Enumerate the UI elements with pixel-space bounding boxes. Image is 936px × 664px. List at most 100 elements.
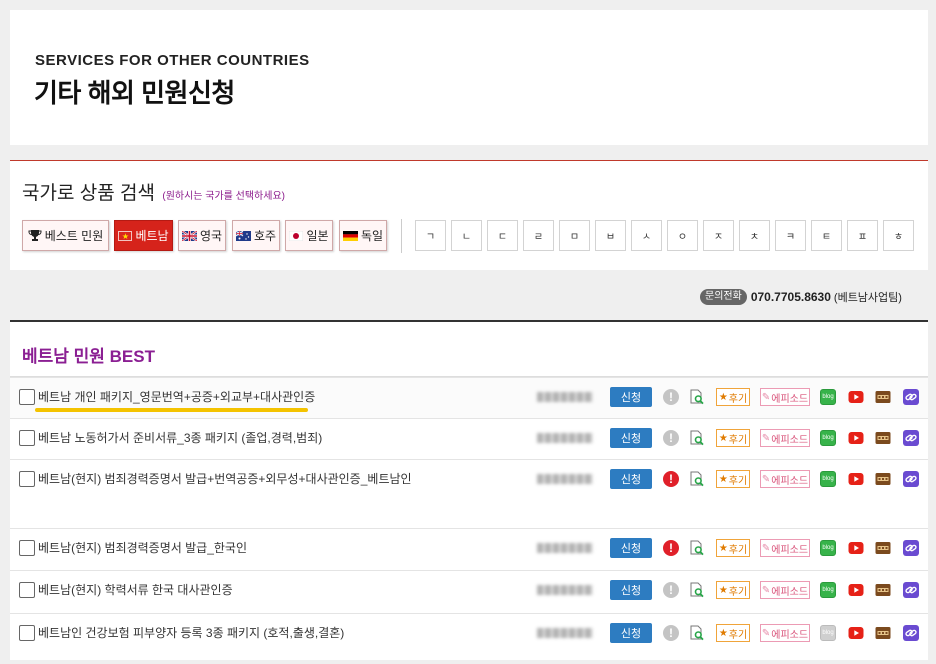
shop-icon[interactable]: [875, 540, 891, 556]
episode-label: 에피소드: [771, 544, 809, 556]
row-checkbox[interactable]: [19, 540, 35, 556]
episode-button[interactable]: ✎ 에피소드: [760, 539, 810, 557]
blog-icon[interactable]: blog: [820, 471, 836, 487]
youtube-icon[interactable]: [848, 430, 864, 446]
episode-button[interactable]: ✎ 에피소드: [760, 581, 810, 599]
shop-icon[interactable]: [875, 625, 891, 641]
consonant-button[interactable]: ㅈ: [703, 220, 734, 251]
consonant-button[interactable]: ㅂ: [595, 220, 626, 251]
document-search-icon[interactable]: [689, 582, 705, 598]
blog-icon[interactable]: blog: [820, 540, 836, 556]
country-button-australia[interactable]: 호주: [232, 220, 280, 251]
row-title[interactable]: 베트남(현지) 학력서류 한국 대사관인증: [38, 582, 233, 598]
consonant-button[interactable]: ㄱ: [415, 220, 446, 251]
search-hint: (원하시는 국가를 선택하세요): [162, 191, 285, 202]
alert-icon[interactable]: !: [663, 471, 679, 487]
shop-icon[interactable]: [875, 430, 891, 446]
country-button-uk[interactable]: 영국: [178, 220, 226, 251]
consonant-button[interactable]: ㅊ: [739, 220, 770, 251]
consonant-button[interactable]: ㄴ: [451, 220, 482, 251]
document-search-icon[interactable]: [689, 540, 705, 556]
link-icon[interactable]: [903, 389, 919, 405]
shop-icon[interactable]: [875, 582, 891, 598]
episode-button[interactable]: ✎ 에피소드: [760, 470, 810, 488]
youtube-icon[interactable]: [848, 389, 864, 405]
review-button[interactable]: ★ 후기: [716, 388, 750, 406]
review-button[interactable]: ★ 후기: [716, 581, 750, 599]
apply-button[interactable]: 신청: [610, 580, 652, 600]
youtube-icon[interactable]: [848, 625, 864, 641]
row-checkbox[interactable]: [19, 430, 35, 446]
review-button[interactable]: ★ 후기: [716, 429, 750, 447]
apply-button[interactable]: 신청: [610, 538, 652, 558]
team-name: (베트남사업팀): [833, 292, 902, 304]
document-search-icon[interactable]: [689, 430, 705, 446]
youtube-icon[interactable]: [848, 582, 864, 598]
link-icon[interactable]: [903, 582, 919, 598]
country-button-japan[interactable]: 일본: [285, 220, 333, 251]
row-title[interactable]: 베트남 개인 패키지_영문번역+공증+외교부+대사관인증: [38, 389, 315, 405]
alert-icon[interactable]: !: [663, 430, 679, 446]
consonant-button[interactable]: ㅋ: [775, 220, 806, 251]
row-checkbox[interactable]: [19, 625, 35, 641]
consonant-button[interactable]: ㅎ: [883, 220, 914, 251]
episode-label: 에피소드: [771, 629, 809, 641]
document-search-icon[interactable]: [689, 625, 705, 641]
blog-icon[interactable]: blog: [820, 625, 836, 641]
link-icon[interactable]: [903, 471, 919, 487]
blurred-price: [537, 433, 593, 443]
review-label: 후기: [728, 475, 748, 487]
country-label: 독일: [360, 229, 384, 243]
consonant-button[interactable]: ㅌ: [811, 220, 842, 251]
shop-icon[interactable]: [875, 389, 891, 405]
consonant-button[interactable]: ㅁ: [559, 220, 590, 251]
blog-icon[interactable]: blog: [820, 430, 836, 446]
youtube-icon[interactable]: [848, 540, 864, 556]
consonant-button[interactable]: ㅍ: [847, 220, 878, 251]
link-icon[interactable]: [903, 430, 919, 446]
star-icon: ★: [718, 432, 728, 444]
row-title[interactable]: 베트남(현지) 범죄경력증명서 발급_한국인: [38, 540, 247, 556]
episode-button[interactable]: ✎ 에피소드: [760, 388, 810, 406]
country-button-vietnam[interactable]: ★ 베트남: [114, 220, 173, 251]
review-button[interactable]: ★ 후기: [716, 539, 750, 557]
row-title[interactable]: 베트남인 건강보험 피부양자 등록 3종 패키지 (호적,출생,결혼): [38, 625, 344, 641]
vietnam-flag-icon: ★: [118, 230, 133, 241]
alert-icon[interactable]: !: [663, 582, 679, 598]
table-row: 베트남 개인 패키지_영문번역+공증+외교부+대사관인증 신청! ★ 후기 ✎ 에피소드 b…: [10, 377, 928, 418]
youtube-icon[interactable]: [848, 471, 864, 487]
section-title: 베트남 민원 BEST: [22, 347, 155, 366]
blog-icon[interactable]: blog: [820, 582, 836, 598]
apply-button[interactable]: 신청: [610, 469, 652, 489]
episode-button[interactable]: ✎ 에피소드: [760, 624, 810, 642]
row-title[interactable]: 베트남(현지) 범죄경력증명서 발급+번역공증+외무성+대사관인증_베트남인: [38, 471, 412, 487]
shop-icon[interactable]: [875, 471, 891, 487]
country-button-germany[interactable]: 독일: [339, 220, 387, 251]
consonant-button[interactable]: ㅇ: [667, 220, 698, 251]
row-checkbox[interactable]: [19, 389, 35, 405]
document-search-icon[interactable]: [689, 389, 705, 405]
blog-icon[interactable]: blog: [820, 389, 836, 405]
country-button-best[interactable]: 베스트 민원: [22, 220, 109, 251]
apply-button[interactable]: 신청: [610, 623, 652, 643]
row-checkbox[interactable]: [19, 582, 35, 598]
consonant-button[interactable]: ㄷ: [487, 220, 518, 251]
row-checkbox[interactable]: [19, 471, 35, 487]
apply-button[interactable]: 신청: [610, 387, 652, 407]
link-icon[interactable]: [903, 625, 919, 641]
alert-icon[interactable]: !: [663, 389, 679, 405]
blurred-price: [537, 474, 593, 484]
phone-number: 070.7705.8630: [750, 290, 831, 304]
english-title: SERVICES FOR OTHER COUNTRIES: [35, 52, 310, 69]
row-title[interactable]: 베트남 노동허가서 준비서류_3종 패키지 (졸업,경력,범죄): [38, 430, 322, 446]
episode-button[interactable]: ✎ 에피소드: [760, 429, 810, 447]
apply-button[interactable]: 신청: [610, 428, 652, 448]
link-icon[interactable]: [903, 540, 919, 556]
consonant-button[interactable]: ㄹ: [523, 220, 554, 251]
alert-icon[interactable]: !: [663, 625, 679, 641]
review-button[interactable]: ★ 후기: [716, 470, 750, 488]
consonant-button[interactable]: ㅅ: [631, 220, 662, 251]
document-search-icon[interactable]: [689, 471, 705, 487]
review-button[interactable]: ★ 후기: [716, 624, 750, 642]
alert-icon[interactable]: !: [663, 540, 679, 556]
